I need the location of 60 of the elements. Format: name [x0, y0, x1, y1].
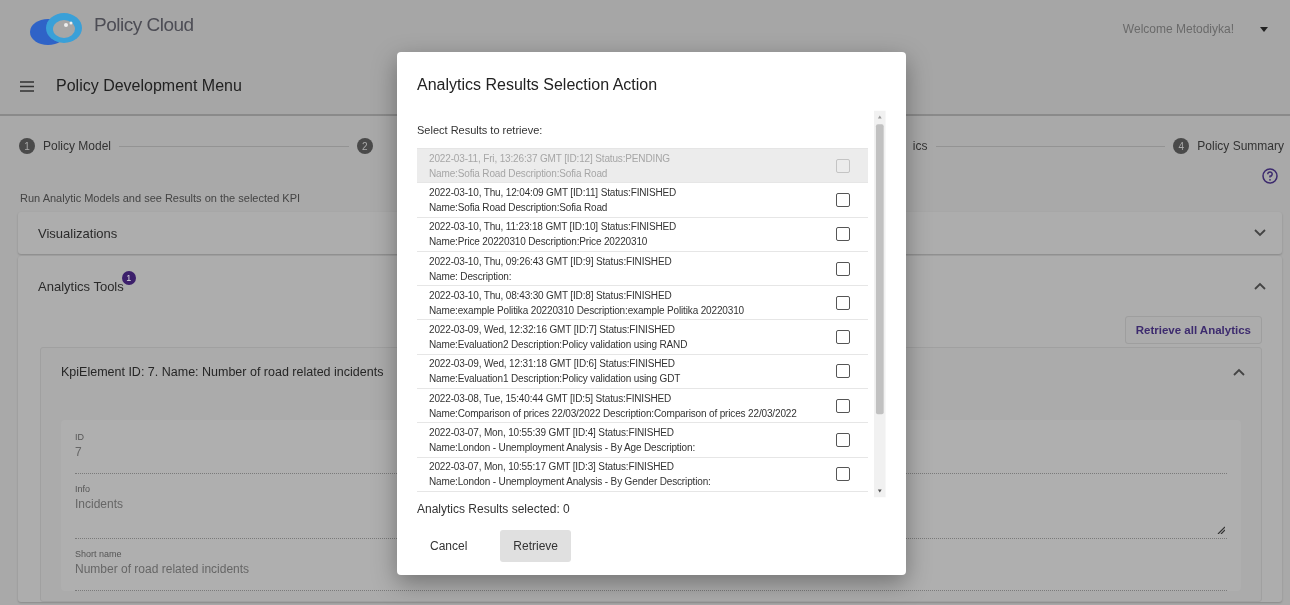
chevron-up-icon[interactable] — [1233, 368, 1245, 376]
result-date: 2022-03-09, Wed, 12:32:16 GMT [ID:7] Status:FINISHED — [429, 324, 676, 336]
checkbox[interactable] — [836, 433, 851, 447]
checkbox[interactable] — [836, 261, 851, 276]
intro-text: Run Analytic Models and see Results on the selected KPI — [20, 192, 301, 206]
result-date: 2022-03-09, Wed, 12:31:18 GMT [ID:6] Status:FINISHED — [429, 358, 676, 370]
chevron-up-icon[interactable] — [1254, 282, 1266, 290]
chevron-down-icon[interactable] — [1254, 229, 1266, 237]
checkbox[interactable] — [836, 295, 851, 310]
checkbox[interactable] — [836, 192, 851, 207]
field-label: Short name — [75, 549, 122, 559]
result-name: Name:London - Unemployment Analysis - By Gender Description: — [429, 476, 712, 488]
field-label: ID — [75, 432, 84, 442]
result-date: 2022-03-10, Thu, 09:26:43 GMT [ID:9] Status:FINISHED — [429, 255, 673, 267]
checkbox[interactable] — [836, 398, 851, 413]
checkbox[interactable] — [836, 330, 851, 345]
result-name: Name: Description: — [429, 270, 513, 282]
result-date: 2022-03-10, Thu, 12:04:09 GMT [ID:11] Status:FINISHED — [429, 186, 678, 198]
result-name: Name:Evaluation2 Description:Policy validation using RAND — [429, 339, 689, 351]
step-label[interactable]: Policy Model — [43, 139, 112, 153]
checkbox[interactable] — [836, 364, 851, 379]
checkbox[interactable] — [836, 227, 851, 242]
checkbox[interactable] — [836, 467, 851, 482]
selected-count: Analytics Results selected: 0 — [417, 502, 571, 516]
result-name: Name:Sofia Road Description:Sofia Road — [429, 167, 609, 179]
panel-title: Visualizations — [38, 225, 118, 241]
menu-icon[interactable] — [20, 80, 34, 92]
caret-icon[interactable] — [1260, 26, 1268, 32]
resize-handle-icon[interactable] — [1217, 526, 1225, 534]
result-date: 2022-03-11, Fri, 13:26:37 GMT [ID:12] Status:PENDING — [429, 152, 671, 164]
kpi-title: KpiElement ID: 7. Name: Number of road related incidents — [61, 365, 384, 379]
step-number: 1 — [19, 138, 35, 154]
prompt-text: Select Results to retrieve: — [417, 124, 544, 136]
field-label: Info — [75, 484, 90, 494]
retrieve-button[interactable]: Retrieve — [500, 530, 572, 562]
field-value: Number of road related incidents — [75, 562, 250, 576]
help-icon[interactable] — [1262, 168, 1278, 184]
result-name: Name:Price 20220310 Description:Price 20220310 — [429, 236, 649, 248]
result-date: 2022-03-07, Mon, 10:55:39 GMT [ID:4] Status:FINISHED — [429, 427, 675, 438]
result-date: 2022-03-07, Mon, 10:55:17 GMT [ID:3] Status:FINISHED — [429, 461, 675, 473]
step-label[interactable]: ics — [912, 139, 928, 153]
result-date: 2022-03-08, Tue, 15:40:44 GMT [ID:5] Status:FINISHED — [429, 392, 673, 404]
dialog-title: Analytics Results Selection Action — [417, 76, 659, 94]
result-date: 2022-03-10, Thu, 08:43:30 GMT [ID:8] Status:FINISHED — [429, 289, 673, 301]
brand-name: Policy Cloud — [94, 14, 194, 36]
result-name: Name:Comparison of prices 22/03/2022 Description:Comparison of prices 22/03/2022 — [429, 407, 798, 419]
welcome-text: Welcome Metodiyka! — [1122, 22, 1234, 36]
result-name: Name:Evaluation1 Description:Policy validation using GDT — [429, 373, 682, 385]
field-value: Incidents — [75, 497, 124, 511]
result-date: 2022-03-10, Thu, 11:23:18 GMT [ID:10] Status:FINISHED — [429, 221, 678, 233]
retrieve-all-button[interactable]: Retrieve all Analytics — [1124, 316, 1262, 344]
step-number: 2 — [356, 138, 373, 154]
step-number: 4 — [1173, 138, 1190, 154]
step-label[interactable]: Policy Summary — [1197, 139, 1284, 153]
count-badge: 1 — [121, 270, 136, 285]
result-name: Name:Sofia Road Description:Sofia Road — [429, 201, 609, 213]
result-name: Name:example Politika 20220310 Description:example Politika 20220310 — [429, 304, 745, 316]
page-title: Policy Development Menu — [56, 77, 242, 95]
field-value: 7 — [75, 445, 82, 459]
result-name: Name:London - Unemployment Analysis - By Age Description: — [429, 442, 697, 453]
